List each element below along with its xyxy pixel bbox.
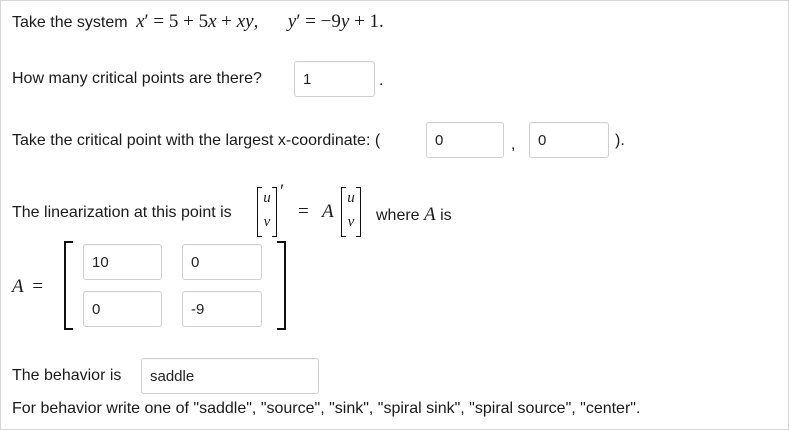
linearization-equals: =	[298, 201, 309, 222]
uv-vector-left: u v	[257, 187, 277, 237]
vector-u: u	[347, 190, 355, 206]
system-prefix: Take the system	[12, 14, 128, 31]
critical-count-label: How many critical points are there?	[12, 70, 262, 87]
matrix-cell-2-2[interactable]: -9	[182, 291, 262, 327]
critical-point-close: ).	[615, 132, 625, 149]
critical-count-input[interactable]: 1	[294, 61, 375, 97]
eq1-rhs-xy: xy	[236, 11, 254, 32]
critical-point-label: Take the critical point with the largest…	[12, 132, 381, 149]
linearization-A: A	[322, 201, 334, 222]
matrix-label: A =	[12, 276, 43, 298]
matrix-right-bracket	[277, 241, 286, 330]
eq1-lhs-var: x	[136, 11, 145, 32]
behavior-label: The behavior is	[12, 367, 122, 384]
critical-count-period: .	[379, 72, 384, 89]
where-text: where	[376, 207, 420, 224]
eq1-rhs-constant: = 5 + 5	[153, 11, 209, 32]
matrix-cell-2-1[interactable]: 0	[83, 291, 162, 327]
is-text: is	[440, 207, 452, 224]
vector-v: v	[263, 214, 271, 230]
eq2-rhs-coef: = −9	[305, 11, 341, 32]
where-A: A	[424, 204, 436, 225]
behavior-input[interactable]: saddle	[141, 358, 319, 394]
eq1-plus: +	[216, 11, 237, 32]
linearization-label: The linearization at this point is	[12, 204, 232, 221]
eq1-comma: ,	[253, 11, 259, 32]
matrix-equals: =	[32, 276, 44, 297]
matrix-cell-1-1[interactable]: 10	[83, 244, 162, 280]
eq2-prime: ′	[296, 11, 301, 32]
critical-point-x-input[interactable]: 0	[426, 122, 504, 158]
system-statement: Take the system x′ = 5 + 5x + xy, y′ = −…	[12, 11, 384, 33]
where-A-is: where A is	[376, 204, 452, 226]
vector-v: v	[347, 214, 355, 230]
matrix-label-A: A	[12, 276, 24, 297]
critical-point-comma: ,	[511, 136, 516, 153]
behavior-instructions: For behavior write one of "saddle", "sou…	[12, 400, 641, 417]
vector-u: u	[263, 190, 271, 206]
eq1-rhs-x: x	[208, 11, 217, 32]
critical-point-y-input[interactable]: 0	[529, 122, 609, 158]
matrix-left-bracket	[64, 241, 73, 330]
eq1-prime: ′	[144, 11, 149, 32]
matrix-cell-1-2[interactable]: 0	[182, 244, 262, 280]
eq2-rhs-const: + 1.	[349, 11, 384, 32]
uv-vector-right: u v	[341, 187, 361, 237]
system-equations: x′ = 5 + 5x + xy, y′ = −9y + 1.	[136, 11, 384, 32]
vector-prime: ′	[280, 181, 285, 202]
